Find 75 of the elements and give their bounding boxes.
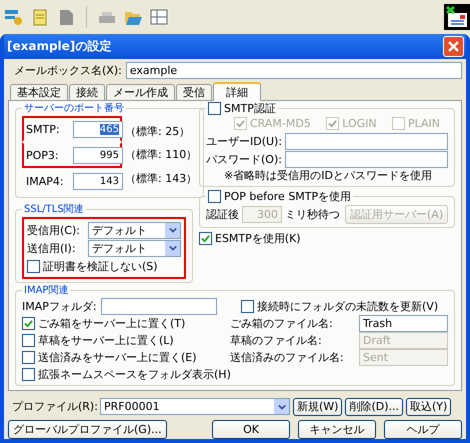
imap-folder-field[interactable]: [101, 298, 217, 315]
checkbox[interactable]: [27, 260, 40, 272]
window-icon[interactable]: [149, 7, 169, 27]
checkbox[interactable]: [208, 102, 221, 115]
mailbox-name-field[interactable]: example: [126, 62, 462, 78]
mailbox-name-label: メールボックス名(X):: [14, 62, 123, 78]
unit-label: ミリ秒待つ: [285, 207, 340, 222]
close-button[interactable]: [443, 36, 464, 57]
default-port-text: （標準: 110）: [125, 147, 198, 162]
group-title: IMAP関連: [23, 284, 70, 297]
checkbox-label: SMTP認証: [224, 101, 276, 116]
close-icon: [448, 41, 459, 52]
input-field[interactable]: [285, 150, 448, 168]
field-label: 認証後: [206, 207, 239, 222]
profile-button[interactable]: 削除(D)...: [345, 398, 404, 416]
checkbox-label: 接続時にフォルダの未読数を更新(V): [257, 299, 438, 314]
checkbox-label: 拡張ネームスペースをフォルダ表示(H): [38, 367, 231, 382]
dropdown-icon[interactable]: [165, 240, 180, 256]
mail-icon[interactable]: [444, 4, 470, 30]
port-value: 995: [100, 150, 119, 160]
input-field[interactable]: [285, 132, 448, 150]
field-label: 送信済みのファイル名:: [230, 350, 345, 365]
tab[interactable]: 詳細: [213, 82, 261, 101]
group-title: SSL/TLS関連: [23, 202, 85, 216]
profile-button[interactable]: 新規(W): [293, 398, 342, 416]
port-label: SMTP:: [26, 122, 61, 136]
tab[interactable]: メール作成: [106, 84, 175, 100]
checkbox-label: ESMTPを使用(K): [215, 230, 301, 246]
file-name-field[interactable]: Trash: [359, 315, 448, 332]
checkbox[interactable]: [22, 368, 35, 381]
group-title: サーバーのポート番号: [23, 102, 125, 115]
profile-button[interactable]: 取込(Y): [406, 398, 452, 416]
field-label: ごみ箱のファイル名:: [230, 316, 334, 331]
profile-label: プロファイル(R):: [11, 399, 97, 414]
checkbox-label: LOGIN: [342, 117, 377, 130]
tab[interactable]: 受信: [176, 84, 212, 100]
port-value: 143: [100, 176, 119, 186]
checkbox[interactable]: [199, 232, 212, 244]
checkbox-label: PLAIN: [408, 117, 440, 130]
tools-icon[interactable]: [4, 7, 24, 27]
checkbox-label: ごみ箱をサーバー上に置く(T): [38, 316, 186, 331]
checkbox-label: 証明書を検証しない(S): [43, 258, 158, 274]
port-label: POP3:: [26, 148, 60, 162]
window-title: [example]の設定: [7, 38, 112, 55]
port-label: IMAP4:: [26, 174, 65, 188]
note-text: ※省略時は受信用のIDとパスワードを使用: [223, 168, 433, 183]
field-label: 草稿のファイル名:: [230, 333, 323, 348]
dialog-button[interactable]: グローバルプロファイル(G)...: [8, 420, 167, 439]
port-value: 465: [100, 124, 119, 134]
default-port-text: （標準: 25）: [125, 124, 192, 140]
field-label: ユーザーID(U):: [206, 134, 282, 148]
tab[interactable]: 基本設定: [10, 84, 68, 100]
dropdown-icon[interactable]: [274, 399, 289, 414]
select-field[interactable]: デフォルト: [88, 240, 181, 256]
checkbox[interactable]: [241, 300, 254, 313]
checkbox-label: CRAM-MD5: [250, 117, 311, 130]
checkbox-label: POP before SMTPを使用: [224, 189, 352, 204]
dialog-button[interactable]: OK: [212, 420, 290, 439]
dialog-button[interactable]: ヘルプ: [384, 420, 462, 439]
field-label: IMAPフォルダ:: [22, 299, 98, 314]
select-label: 送信用(I):: [27, 240, 77, 256]
checkbox-label: 草稿をサーバー上に置く(L): [38, 333, 174, 348]
dropdown-icon[interactable]: [165, 222, 180, 238]
checkbox[interactable]: [22, 317, 35, 330]
default-port-text: （標準: 143）: [125, 170, 198, 186]
dialog-button[interactable]: キャンセル: [298, 420, 376, 439]
port-field[interactable]: 143: [73, 172, 123, 190]
select-field[interactable]: デフォルト: [88, 222, 181, 238]
profile-select[interactable]: PRF00001: [100, 398, 290, 415]
select-label: 受信用(C):: [27, 222, 81, 238]
field-label: パスワード(O):: [206, 152, 282, 166]
port-field[interactable]: 995: [73, 146, 123, 164]
port-field[interactable]: 465: [73, 120, 123, 138]
checkbox-label: 送信済みをサーバー上に置く(E): [38, 350, 197, 365]
tab[interactable]: 接続: [69, 84, 105, 100]
